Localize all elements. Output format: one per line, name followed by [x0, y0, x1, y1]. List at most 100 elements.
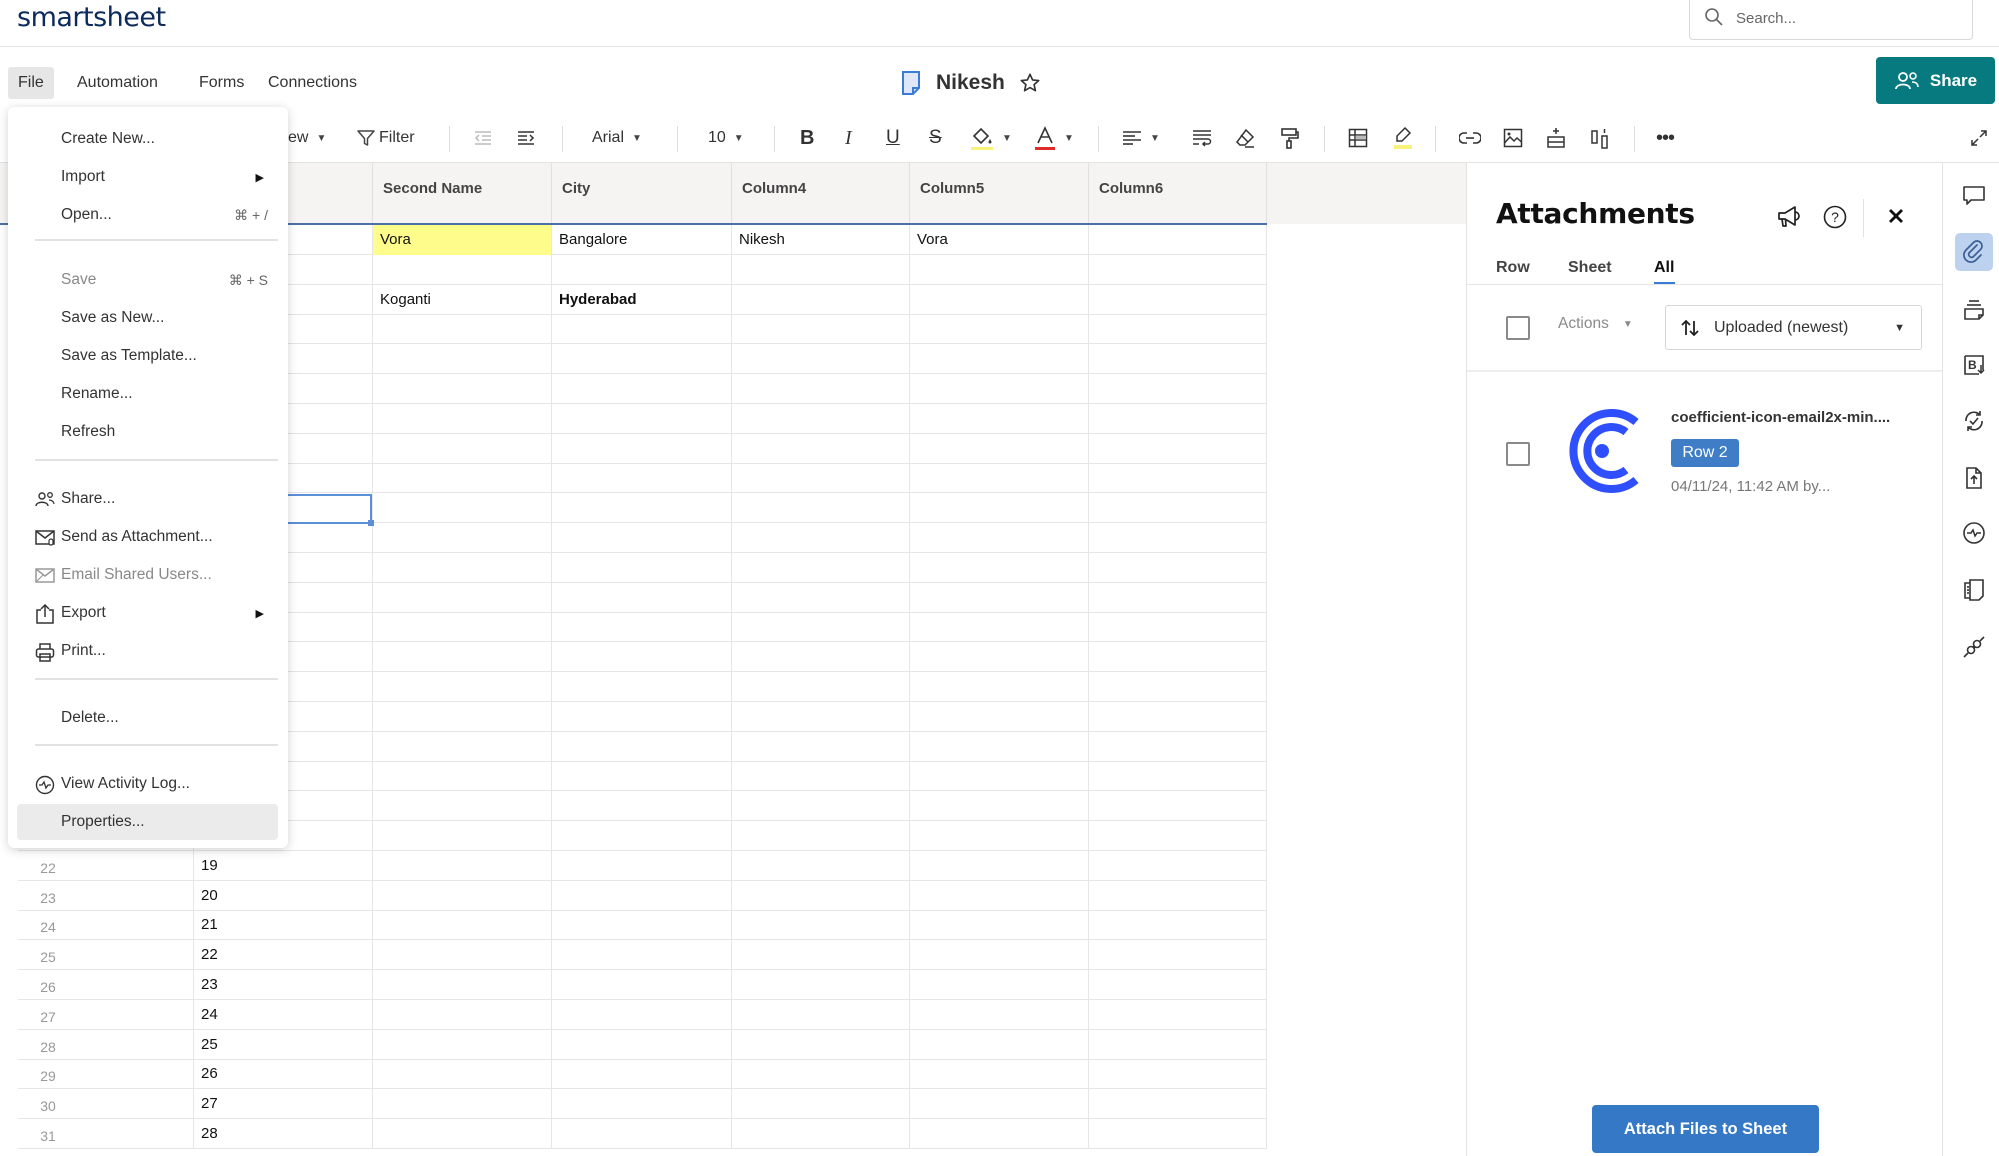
grid-cell[interactable]: 26 — [193, 1059, 372, 1090]
row-number[interactable]: 28 — [18, 1032, 78, 1062]
table-row[interactable]: 30 27 — [18, 1089, 1267, 1121]
grid-cell[interactable] — [372, 761, 551, 792]
row-number[interactable]: 29 — [18, 1061, 78, 1091]
grid-cell[interactable] — [1088, 642, 1267, 673]
grid-cell[interactable] — [372, 1059, 551, 1090]
attach-files-button[interactable]: Attach Files to Sheet — [1592, 1105, 1819, 1153]
grid-cell[interactable] — [551, 880, 731, 911]
grid-cell[interactable] — [372, 374, 551, 404]
grid-cell[interactable] — [731, 999, 909, 1030]
menu-file[interactable]: File — [8, 67, 54, 99]
indent-button[interactable] — [516, 120, 536, 156]
grid-cell[interactable] — [909, 791, 1088, 822]
grid-cell[interactable] — [909, 672, 1088, 702]
row-number[interactable]: 24 — [18, 912, 78, 942]
row-number[interactable]: 30 — [18, 1091, 78, 1121]
table-row[interactable]: 28 25 — [18, 1029, 1267, 1062]
column-header-second-name[interactable]: Second Name — [372, 163, 551, 224]
format-painter-button[interactable] — [1280, 120, 1300, 156]
menu-item-email-shared-users[interactable]: Email Shared Users... — [17, 557, 278, 593]
grid-cell[interactable] — [909, 374, 1088, 404]
grid-cell[interactable] — [372, 493, 551, 524]
menu-automation[interactable]: Automation — [67, 67, 168, 99]
grid-cell[interactable] — [372, 731, 551, 762]
menu-connections[interactable]: Connections — [258, 67, 367, 99]
grid-cell[interactable] — [731, 940, 909, 971]
menu-item-delete[interactable]: Delete... — [17, 700, 278, 736]
font-family-dropdown[interactable]: Arial ▼ — [592, 120, 642, 156]
grid-cell[interactable] — [909, 344, 1088, 375]
wrap-text-button[interactable] — [1192, 120, 1212, 156]
grid-cell[interactable] — [1088, 910, 1267, 941]
grid-cell[interactable] — [1088, 612, 1267, 643]
grid-cell[interactable] — [909, 642, 1088, 673]
rail-summary[interactable]: B — [1955, 346, 1993, 384]
insert-row-button[interactable] — [1546, 120, 1566, 156]
table-row[interactable]: 24 21 — [18, 910, 1267, 942]
grid-cell[interactable] — [1088, 761, 1267, 792]
grid-cell[interactable] — [372, 403, 551, 434]
grid-cell[interactable] — [731, 284, 909, 315]
grid-cell[interactable] — [909, 940, 1088, 971]
grid-cell[interactable] — [551, 1089, 731, 1120]
tab-all[interactable]: All — [1654, 259, 1674, 277]
grid-cell[interactable] — [372, 433, 551, 464]
grid-cell[interactable] — [372, 701, 551, 732]
grid-cell[interactable] — [372, 1119, 551, 1149]
grid-cell[interactable] — [731, 1119, 909, 1149]
grid-cell[interactable] — [1088, 225, 1267, 255]
grid-cell[interactable] — [1088, 970, 1267, 1000]
strikethrough-button[interactable]: S — [929, 120, 942, 156]
grid-cell[interactable] — [1088, 1029, 1267, 1060]
grid-cell[interactable] — [731, 374, 909, 404]
grid-cell[interactable] — [372, 880, 551, 911]
grid-cell[interactable] — [731, 880, 909, 911]
grid-cell[interactable] — [731, 403, 909, 434]
grid-cell[interactable] — [551, 254, 731, 285]
italic-button[interactable]: I — [845, 120, 852, 156]
grid-cell[interactable] — [909, 1089, 1088, 1120]
grid-cell[interactable] — [551, 642, 731, 673]
grid-cell[interactable] — [731, 731, 909, 762]
tab-row[interactable]: Row — [1496, 259, 1530, 277]
expand-button[interactable] — [1970, 120, 1988, 156]
clear-format-button[interactable] — [1235, 120, 1255, 156]
grid-cell[interactable] — [909, 254, 1088, 285]
grid-cell[interactable] — [731, 612, 909, 643]
grid-cell[interactable] — [551, 1029, 731, 1060]
grid-cell[interactable] — [372, 791, 551, 822]
grid-cell[interactable] — [731, 254, 909, 285]
grid-cell[interactable] — [551, 940, 731, 971]
grid-cell[interactable] — [731, 523, 909, 553]
grid-cell[interactable] — [731, 910, 909, 941]
grid-cell[interactable] — [731, 1089, 909, 1120]
text-color-button[interactable]: ▼ — [1034, 120, 1074, 156]
rail-update-requests[interactable] — [1955, 402, 1993, 440]
grid-cell[interactable]: 21 — [193, 910, 372, 941]
table-row[interactable]: 25 22 — [18, 940, 1267, 971]
fill-handle[interactable] — [368, 520, 374, 526]
grid-cell[interactable] — [731, 552, 909, 583]
grid-cell[interactable] — [909, 731, 1088, 762]
grid-cell[interactable] — [551, 672, 731, 702]
filter-button[interactable]: Filter — [356, 120, 415, 156]
grid-cell[interactable] — [551, 761, 731, 792]
grid-cell[interactable] — [909, 999, 1088, 1030]
grid-cell[interactable] — [1088, 850, 1267, 881]
grid-cell[interactable] — [551, 1059, 731, 1090]
attachment-thumbnail-coefficient-logo[interactable] — [1558, 408, 1646, 494]
table-row[interactable]: 22 19 — [18, 850, 1267, 881]
row-badge[interactable]: Row 2 — [1671, 439, 1739, 467]
grid-cell[interactable]: 19 — [193, 850, 372, 881]
table-row[interactable]: 26 23 — [18, 970, 1267, 1000]
smartsheet-logo[interactable]: smartsheet — [17, 2, 166, 33]
attachment-name[interactable]: coefficient-icon-email2x-min.... — [1671, 409, 1890, 426]
actions-dropdown[interactable]: Actions ▼ — [1558, 315, 1633, 333]
grid-cell[interactable] — [372, 612, 551, 643]
grid-cell[interactable] — [1088, 701, 1267, 732]
grid-cell[interactable] — [372, 821, 551, 851]
grid-cell[interactable] — [372, 850, 551, 881]
grid-cell[interactable] — [909, 880, 1088, 911]
grid-cell[interactable] — [551, 701, 731, 732]
search-input[interactable] — [1736, 7, 1956, 29]
